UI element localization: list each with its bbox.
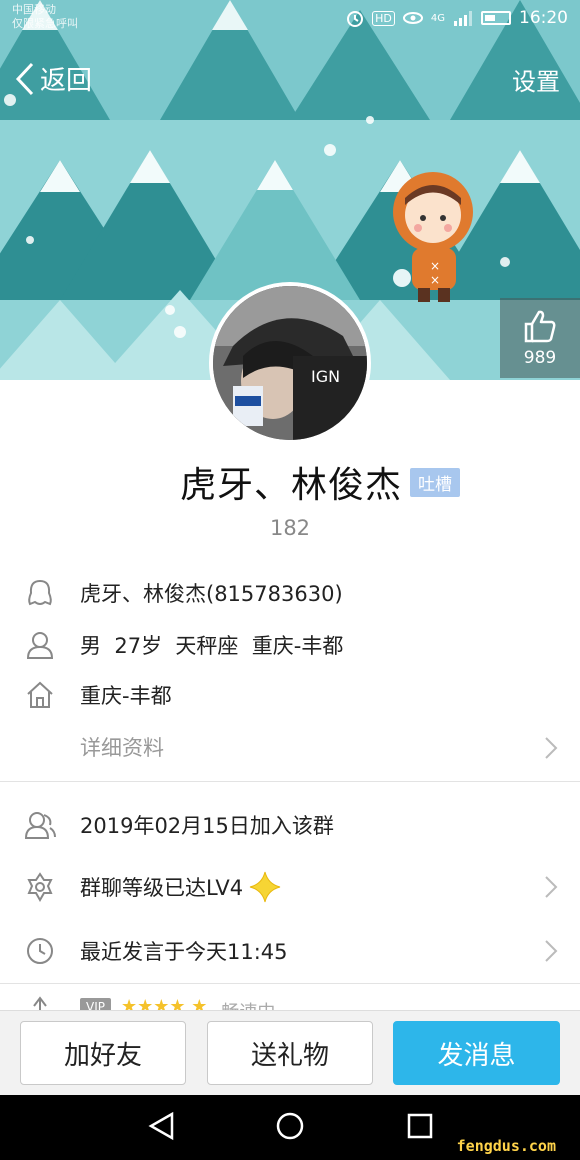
home-icon	[27, 681, 53, 708]
group-level-text: 群聊等级已达LV4	[80, 876, 244, 900]
recents-square-icon[interactable]	[405, 1111, 435, 1141]
detail-profile-link[interactable]: 详细资料	[0, 722, 580, 772]
carrier-name: 中国移动	[12, 3, 56, 16]
carrier-info: 中国移动 仅限紧急呼叫	[12, 3, 78, 31]
system-navigation-bar: fengdus.com	[0, 1095, 580, 1160]
chevron-right-icon	[545, 876, 558, 898]
status-bar: 中国移动 仅限紧急呼叫 HD 4G 16:20	[0, 0, 580, 38]
chevron-right-icon	[545, 940, 558, 962]
svg-text:IGN: IGN	[311, 367, 340, 386]
section-divider	[0, 781, 580, 782]
like-button[interactable]: 989	[500, 298, 580, 378]
like-count: 989	[523, 348, 557, 368]
popularity-count: 182	[269, 516, 311, 540]
group-members-icon	[24, 812, 56, 839]
join-date-text: 2019年02月15日加入该群	[80, 814, 334, 838]
profile-name-row: 虎牙、林俊杰 吐槽	[0, 456, 580, 508]
diamond-sparkle-icon	[250, 871, 281, 903]
svg-text:×: ×	[430, 273, 440, 287]
hometown-row: 重庆-丰都	[0, 670, 580, 720]
avatar[interactable]: IGN	[209, 282, 371, 444]
basic-info-text: 男 27岁 天秤座 重庆-丰都	[80, 634, 344, 658]
hd-icon: HD	[372, 10, 395, 26]
eye-icon	[402, 12, 423, 24]
person-icon	[26, 632, 54, 659]
clock-icon	[27, 938, 53, 964]
back-label: 返回	[40, 66, 93, 96]
basic-info-row: 男 27岁 天秤座 重庆-丰都	[0, 620, 580, 670]
qq-account-text: 虎牙、林俊杰(815783630)	[80, 582, 343, 606]
emergency-only-text: 仅限紧急呼叫	[12, 17, 78, 30]
chevron-left-icon	[15, 62, 34, 95]
back-button[interactable]: 返回	[14, 60, 92, 97]
detail-profile-label: 详细资料	[80, 736, 164, 760]
alarm-icon	[347, 11, 364, 27]
avatar-photo: IGN	[213, 286, 367, 440]
display-name: 虎牙、林俊杰	[179, 465, 402, 506]
status-icons: HD 4G 16:20	[346, 8, 568, 28]
back-triangle-icon[interactable]	[146, 1111, 176, 1141]
home-circle-icon[interactable]	[275, 1111, 305, 1141]
svg-text:×: ×	[430, 259, 440, 273]
level-badge-icon	[27, 872, 53, 902]
thumbs-up-icon	[524, 310, 556, 343]
watermark-text: fengdus.com	[456, 1137, 556, 1155]
chevron-right-icon	[545, 737, 558, 759]
battery-icon	[481, 11, 511, 25]
last-speak-row[interactable]: 最近发言于今天11:45	[0, 926, 580, 976]
section-divider	[0, 983, 580, 984]
add-friend-button[interactable]: 加好友	[20, 1021, 186, 1085]
penguin-icon	[28, 579, 52, 606]
settings-button[interactable]: 设置	[512, 62, 560, 97]
join-date-row: 2019年02月15日加入该群	[0, 800, 580, 850]
clock: 16:20	[519, 8, 568, 28]
title-tag[interactable]: 吐槽	[410, 467, 460, 497]
last-speak-text: 最近发言于今天11:45	[80, 940, 288, 964]
qq-account-row: 虎牙、林俊杰(815783630)	[0, 568, 580, 618]
hometown-text: 重庆-丰都	[80, 684, 172, 708]
network-type-icon: 4G	[430, 12, 445, 24]
signal-icon	[454, 11, 472, 26]
send-message-button[interactable]: 发消息	[393, 1021, 560, 1085]
group-level-row[interactable]: 群聊等级已达LV4	[0, 862, 580, 912]
action-bar: 加好友 送礼物 发消息	[0, 1010, 580, 1095]
send-gift-button[interactable]: 送礼物	[207, 1021, 373, 1085]
